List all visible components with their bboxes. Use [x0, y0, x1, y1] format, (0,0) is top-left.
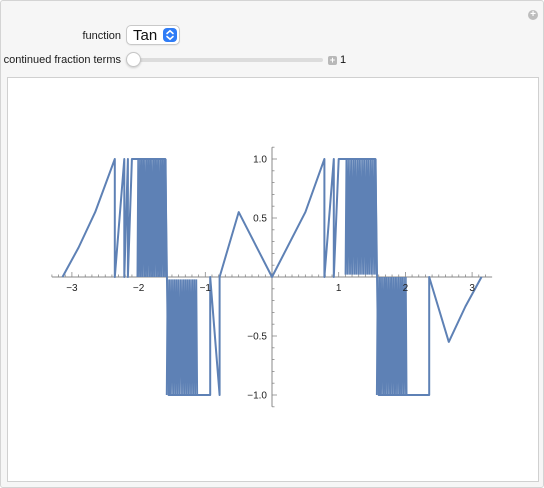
terms-slider-track[interactable] [131, 58, 323, 62]
terms-label: continued fraction terms [3, 54, 121, 66]
x-tick-label: −3 [66, 283, 78, 294]
dense-band-lower-right [375, 276, 408, 396]
add-icon[interactable]: + [528, 10, 538, 20]
y-tick-label: 0.5 [253, 214, 267, 225]
x-tick-label: 2 [403, 283, 409, 294]
x-tick-label: −2 [133, 283, 145, 294]
terms-value: 1 [340, 54, 347, 66]
y-tick-label: −1.0 [247, 391, 267, 402]
function-label: function [82, 30, 121, 42]
terms-slider-thumb[interactable] [126, 52, 141, 67]
dense-band-upper-right [344, 158, 378, 275]
x-tick-label: −1 [200, 283, 212, 294]
chevron-updown-icon [163, 28, 177, 42]
slider-expand-icon[interactable]: + [328, 56, 337, 65]
dense-band-lower-left [165, 279, 199, 396]
x-tick-label: 1 [336, 283, 342, 294]
x-tick-label: 3 [469, 283, 475, 294]
tan-continued-fraction-plot: −3 −2 −1 1 2 3 1.0 0.5 −0.5 −1.0 [51, 146, 493, 408]
y-tick-label: −0.5 [247, 332, 267, 343]
function-select-value: Tan [133, 27, 158, 44]
y-tick-label: 1.0 [253, 155, 267, 166]
manipulate-panel: + function Tan continued fraction terms … [0, 0, 544, 488]
function-select[interactable]: Tan [126, 25, 180, 45]
plot-area: −3 −2 −1 1 2 3 1.0 0.5 −0.5 −1.0 [7, 77, 539, 482]
dense-band-upper-left [136, 158, 168, 278]
